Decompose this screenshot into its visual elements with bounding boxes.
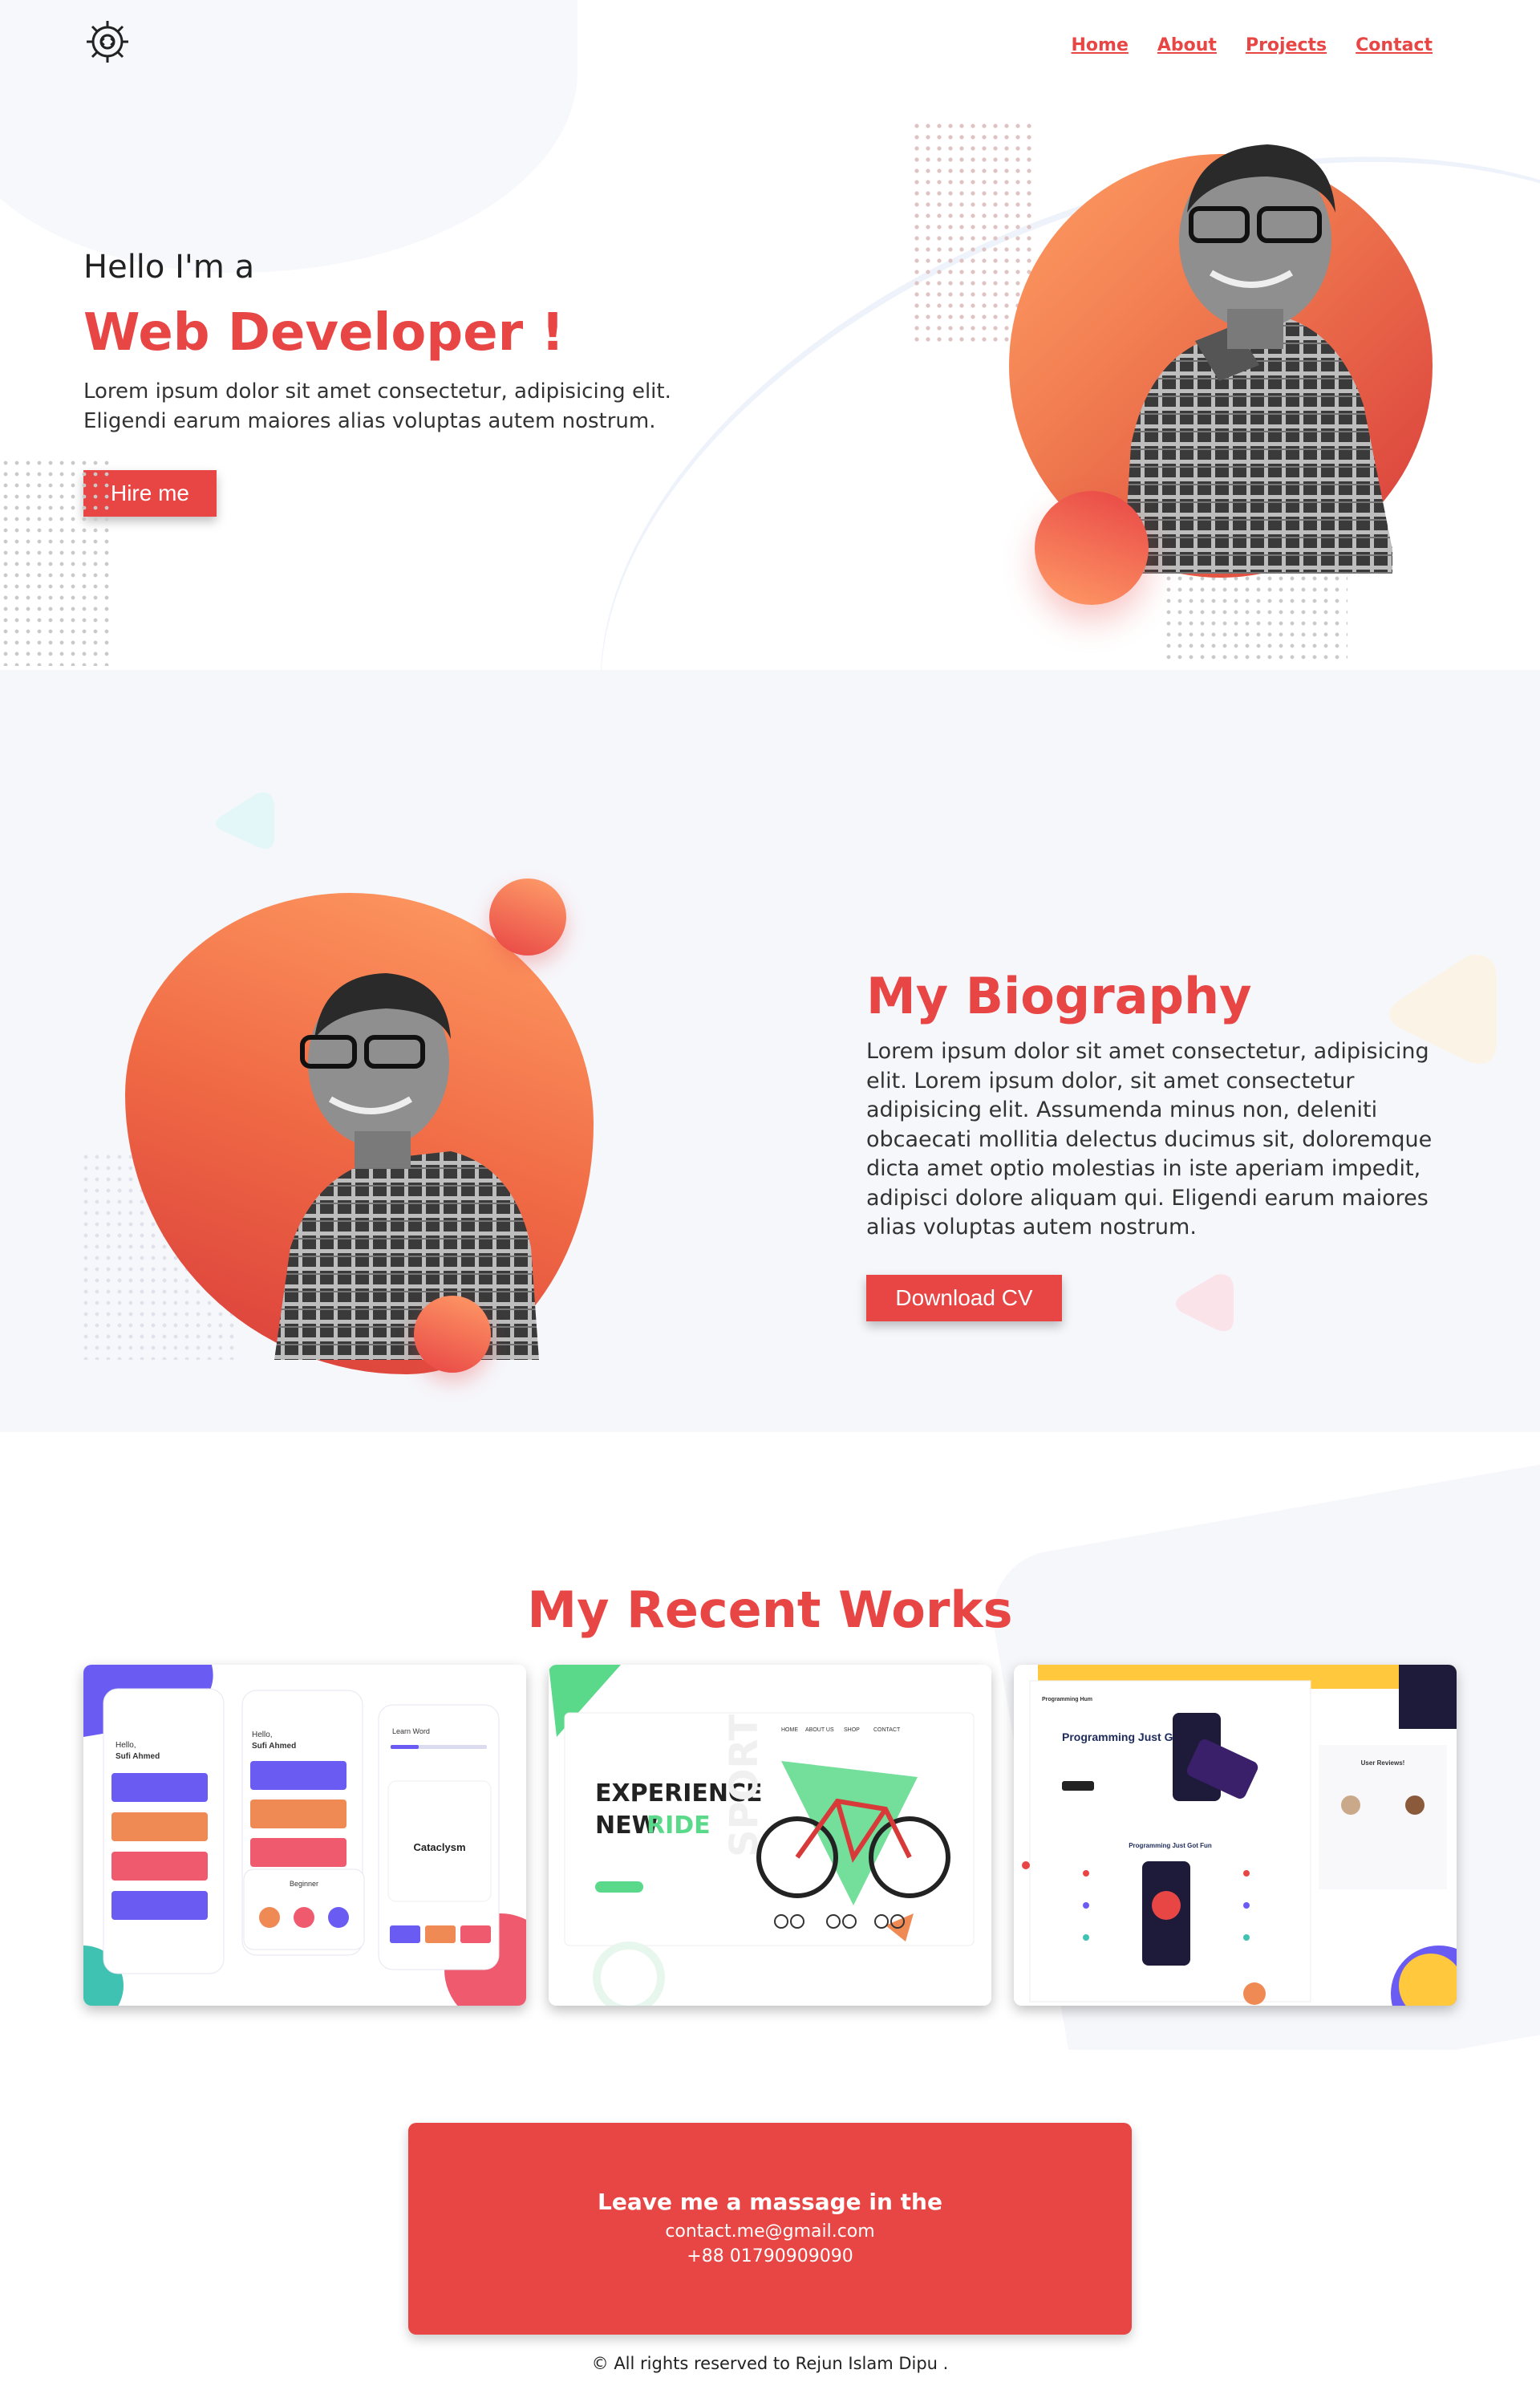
site-nav-about: ABOUT US — [805, 1727, 834, 1733]
decorative-dot-grid — [911, 120, 1031, 345]
gear-code-icon[interactable] — [83, 18, 132, 66]
project-card-learning-app[interactable]: Hello, Sufi Ahmed Hello, Sufi Ahmed Begi… — [83, 1665, 526, 2006]
nav-link-projects[interactable]: Projects — [1246, 35, 1327, 55]
site-nav-shop: SHOP — [844, 1727, 860, 1733]
app-level-title: Beginner — [290, 1880, 318, 1888]
biography-title: My Biography — [866, 967, 1252, 1025]
decorative-circle — [414, 1296, 491, 1373]
contact-card: Leave me a massage in the contact.me@gma… — [408, 2123, 1132, 2335]
profile-photo — [1099, 100, 1392, 574]
biography-section: My Biography Lorem ipsum dolor sit amet … — [0, 670, 1540, 1432]
biography-photo — [274, 943, 539, 1360]
site-nav-home: HOME — [781, 1727, 798, 1733]
recent-works-section: My Recent Works Hello, Sufi Ahmed Hello,… — [0, 1432, 1540, 2050]
biography-text: Lorem ipsum dolor sit amet consectetur, … — [866, 1039, 1433, 1240]
decorative-circle — [1035, 491, 1149, 605]
nav-link-home[interactable]: Home — [1072, 35, 1129, 55]
app-word: Cataclysm — [413, 1841, 465, 1853]
app-word-header: Learn Word — [392, 1727, 430, 1735]
decorative-triangle — [216, 792, 274, 850]
nav-link-about[interactable]: About — [1157, 35, 1217, 55]
project-card-bike-shop[interactable]: HOME ABOUT US SHOP CONTACT EXPERIENCE NE… — [549, 1665, 991, 2006]
site-brand: Programming Hum — [1042, 1697, 1092, 1702]
download-cv-button[interactable]: Download CV — [866, 1275, 1062, 1321]
recent-works-title: My Recent Works — [527, 1580, 1013, 1639]
hero-role-title: Web Developer ! — [83, 303, 565, 363]
bike-side-word: SPORT — [722, 1714, 767, 1857]
svg-text:Hello,: Hello, — [252, 1731, 273, 1739]
contact-phone[interactable]: +88 01790909090 — [408, 2246, 1132, 2266]
main-nav: Home About Projects Contact — [1072, 35, 1433, 55]
hero-greeting: Hello I'm a — [83, 249, 255, 286]
decorative-dot-grid — [1163, 562, 1348, 666]
project-card-programming-site[interactable]: Programming Hum Programming Just Got Fun… — [1014, 1665, 1457, 2006]
footer-copyright: © All rights reserved to Rejun Islam Dip… — [591, 2354, 949, 2373]
contact-email[interactable]: contact.me@gmail.com — [408, 2221, 1132, 2242]
site-section-title: Programming Just Got Fun — [1129, 1842, 1212, 1849]
site-nav-contact: CONTACT — [873, 1727, 901, 1733]
nav-link-contact[interactable]: Contact — [1356, 35, 1433, 55]
contact-title: Leave me a massage in the — [598, 2189, 942, 2215]
hero-section: Home About Projects Contact Hello I'm a … — [0, 0, 1540, 670]
decorative-dot-grid — [0, 457, 112, 666]
svg-text:Sufi Ahmed: Sufi Ahmed — [252, 1742, 296, 1751]
site-reviews-title: User Reviews! — [1361, 1759, 1405, 1767]
app-greeting: Hello, — [116, 1741, 136, 1750]
bike-headline-accent: RIDE — [646, 1812, 711, 1840]
app-user-name: Sufi Ahmed — [116, 1752, 160, 1761]
decorative-triangle — [1176, 1274, 1234, 1332]
hero-description: Lorem ipsum dolor sit amet consectetur, … — [83, 379, 671, 433]
